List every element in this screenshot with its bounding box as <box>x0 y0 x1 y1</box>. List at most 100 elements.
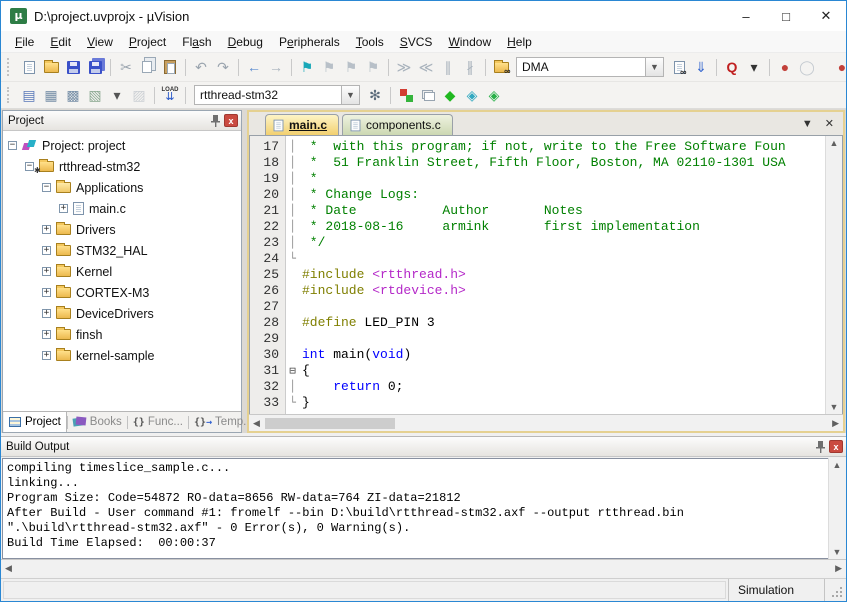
find-in-files-doc-button[interactable]: ∞ <box>668 56 690 78</box>
paste-button[interactable] <box>159 56 181 78</box>
manage-rte-button[interactable] <box>395 84 417 106</box>
panel-tab-func[interactable]: {}Func... <box>128 412 188 432</box>
document-tab-main-c[interactable]: main.c <box>265 114 339 135</box>
code-text[interactable]: * with this program; if not, write to th… <box>299 136 825 414</box>
toggle-bookmark-button[interactable]: ⚑ <box>296 56 318 78</box>
navigate-forward-button[interactable]: → <box>265 56 287 78</box>
document-tab-components-c[interactable]: components.c <box>342 114 453 135</box>
pack-installer-button[interactable]: ◈ <box>483 84 505 106</box>
expand-toggle-icon[interactable]: + <box>42 330 51 339</box>
minimize-button[interactable]: – <box>726 1 766 31</box>
expand-toggle-icon[interactable]: − <box>8 141 17 150</box>
find-in-files-button[interactable]: ∞ <box>490 56 512 78</box>
tree-item-finsh[interactable]: +finsh <box>3 324 241 345</box>
translate-button[interactable]: ▤ <box>18 84 40 106</box>
scroll-right-icon[interactable]: ▶ <box>835 563 842 574</box>
comment-button[interactable]: ∥ <box>437 56 459 78</box>
disable-breakpoint-button[interactable]: ◯ <box>796 56 818 78</box>
tree-item-cortex-m3[interactable]: +CORTEX-M3 <box>3 282 241 303</box>
copy-button[interactable] <box>137 56 159 78</box>
menu-file[interactable]: File <box>7 33 42 51</box>
tree-item-devicedrivers[interactable]: +DeviceDrivers <box>3 303 241 324</box>
tree-item-kernel-sample[interactable]: +kernel-sample <box>3 345 241 366</box>
scroll-left-icon[interactable]: ◀ <box>5 563 12 574</box>
menu-debug[interactable]: Debug <box>220 33 271 51</box>
insert-breakpoint-button[interactable]: ● <box>774 56 796 78</box>
target-combo-dropdown-icon[interactable]: ▼ <box>342 85 360 105</box>
build-output-horizontal-scrollbar[interactable]: ◀ ▶ <box>1 559 846 576</box>
open-file-button[interactable] <box>40 56 62 78</box>
scrollbar-thumb[interactable] <box>265 418 395 429</box>
uncomment-button[interactable]: ∦ <box>459 56 481 78</box>
scroll-right-icon[interactable]: ▶ <box>832 418 839 429</box>
target-combo-value[interactable]: rtthread-stm32 <box>194 85 342 105</box>
select-software-packs-button[interactable]: ◈ <box>461 84 483 106</box>
resize-grip[interactable] <box>824 579 846 601</box>
menu-flash[interactable]: Flash <box>174 33 219 51</box>
menu-peripherals[interactable]: Peripherals <box>271 33 348 51</box>
menu-view[interactable]: View <box>79 33 121 51</box>
redo-button[interactable]: ↷ <box>212 56 234 78</box>
tree-item-kernel[interactable]: +Kernel <box>3 261 241 282</box>
undo-button[interactable]: ↶ <box>190 56 212 78</box>
code-coverage-button[interactable]: Q <box>721 56 743 78</box>
manage-components-button[interactable]: ◆ <box>439 84 461 106</box>
download-button[interactable]: LOAD⇊ <box>159 84 181 106</box>
toolbar-grip[interactable] <box>7 58 12 76</box>
close-button[interactable]: ✕ <box>806 1 846 31</box>
menu-edit[interactable]: Edit <box>42 33 79 51</box>
expand-toggle-icon[interactable]: + <box>42 309 51 318</box>
expand-toggle-icon[interactable]: − <box>25 162 34 171</box>
batch-dropdown-button[interactable]: ▾ <box>106 84 128 106</box>
toolbar-grip[interactable] <box>7 87 12 104</box>
indent-button[interactable]: ≫ <box>393 56 415 78</box>
expand-toggle-icon[interactable]: + <box>42 351 51 360</box>
tree-item-drivers[interactable]: +Drivers <box>3 219 241 240</box>
build-output-log[interactable]: compiling timeslice_sample.c...linking..… <box>2 458 828 559</box>
new-file-button[interactable] <box>18 56 40 78</box>
menu-help[interactable]: Help <box>499 33 540 51</box>
tree-item-applications[interactable]: −Applications <box>3 177 241 198</box>
menu-tools[interactable]: Tools <box>348 33 392 51</box>
expand-toggle-icon[interactable]: + <box>42 225 51 234</box>
pin-icon[interactable] <box>813 440 827 454</box>
project-panel-close-icon[interactable]: x <box>224 114 238 127</box>
stop-build-button[interactable]: ▨ <box>128 84 150 106</box>
incremental-find-button[interactable]: ⇓ <box>690 56 712 78</box>
cut-button[interactable]: ✂ <box>115 56 137 78</box>
clipped-breakpoint-button[interactable]: ● <box>831 56 846 78</box>
search-combo-value[interactable]: DMA <box>516 57 646 77</box>
build-output-vertical-scrollbar[interactable]: ▲▼ <box>828 458 845 559</box>
build-output-close-icon[interactable]: x <box>829 440 843 453</box>
build-button[interactable]: ▦ <box>40 84 62 106</box>
close-document-icon[interactable]: ✕ <box>825 117 834 130</box>
menu-svcs[interactable]: SVCS <box>392 33 441 51</box>
search-combo[interactable]: DMA▼ <box>516 57 664 77</box>
expand-toggle-icon[interactable]: + <box>42 288 51 297</box>
tree-item-stm32-hal[interactable]: +STM32_HAL <box>3 240 241 261</box>
options-for-target-button[interactable]: ✻ <box>364 84 386 106</box>
code-fold-margin[interactable]: │││││││└ ⊟│└ <box>286 136 299 414</box>
tree-item-rtthread-stm32[interactable]: −✱rtthread-stm32 <box>3 156 241 177</box>
code-editor[interactable]: 1718192021222324252627282930313233 │││││… <box>249 135 843 414</box>
save-button[interactable] <box>62 56 84 78</box>
panel-tab-books[interactable]: Books <box>68 412 127 432</box>
search-combo-dropdown-icon[interactable]: ▼ <box>646 57 664 77</box>
rebuild-button[interactable]: ▩ <box>62 84 84 106</box>
tree-item-main-c[interactable]: +main.c <box>3 198 241 219</box>
target-combo[interactable]: rtthread-stm32▼ <box>194 85 360 105</box>
tree-item-project-project[interactable]: −Project: project <box>3 135 241 156</box>
menu-project[interactable]: Project <box>121 33 174 51</box>
pin-icon[interactable] <box>208 114 222 128</box>
prev-bookmark-button[interactable]: ⚑ <box>318 56 340 78</box>
save-all-button[interactable] <box>84 56 106 78</box>
coverage-dropdown-button[interactable]: ▾ <box>743 56 765 78</box>
manage-windows-button[interactable] <box>417 84 439 106</box>
menu-window[interactable]: Window <box>440 33 499 51</box>
expand-toggle-icon[interactable]: − <box>42 183 51 192</box>
fold-marker[interactable]: ⊟ <box>286 363 299 379</box>
expand-toggle-icon[interactable]: + <box>42 246 51 255</box>
maximize-button[interactable]: □ <box>766 1 806 31</box>
panel-tab-project[interactable]: Project <box>4 412 67 432</box>
expand-toggle-icon[interactable]: + <box>42 267 51 276</box>
